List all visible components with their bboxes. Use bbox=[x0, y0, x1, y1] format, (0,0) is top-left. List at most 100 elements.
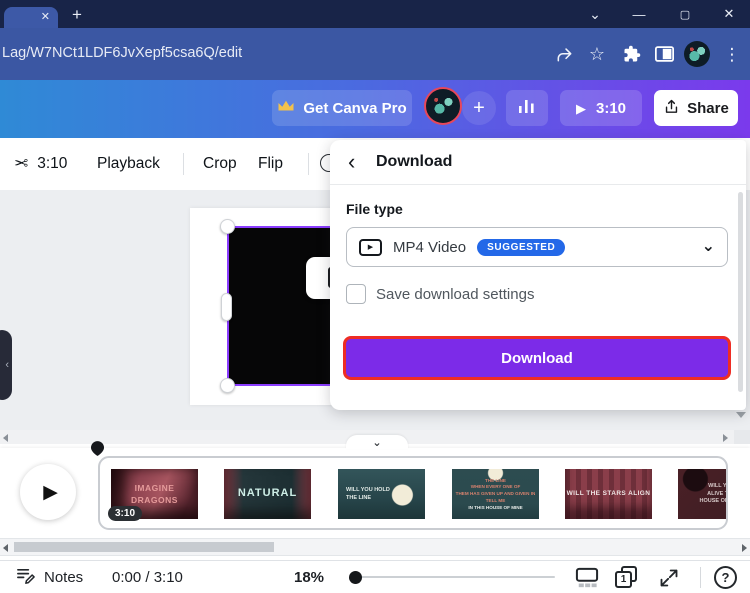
thumb-text: ALIVE THE bbox=[707, 490, 728, 497]
share-button[interactable]: Share bbox=[654, 90, 738, 126]
thumb-text: DRAGONS bbox=[131, 494, 178, 505]
thumb-text: WILL YOU HOLD bbox=[346, 486, 390, 493]
upload-share-icon bbox=[663, 98, 680, 119]
canva-editor-window: ✕ + ⌄ — ▢ ✕ Lag/W7NCt1LDF6JvXepf5csa6Q/e… bbox=[0, 0, 750, 593]
close-window-button[interactable]: ✕ bbox=[714, 0, 744, 28]
thumb-text: IMAGINE bbox=[134, 482, 175, 493]
browser-tab[interactable]: ✕ bbox=[4, 7, 58, 28]
get-canva-pro-button[interactable]: Get Canva Pro bbox=[272, 90, 412, 126]
dialog-scrollbar[interactable] bbox=[738, 192, 743, 392]
timeline-thumbnail[interactable]: THE LINE WHEN EVERY ONE OF THEM HAS GIVE… bbox=[452, 469, 539, 519]
clip-duration-badge: 3:10 bbox=[108, 506, 143, 521]
video-file-icon: ▶ bbox=[359, 238, 382, 256]
play-icon: ▶ bbox=[43, 481, 58, 503]
timeline-scrollbar-track[interactable] bbox=[0, 538, 750, 556]
maximize-button[interactable]: ▢ bbox=[670, 0, 700, 28]
save-settings-row[interactable]: Save download settings bbox=[346, 284, 534, 304]
flip-button[interactable]: Flip bbox=[258, 138, 283, 190]
address-bar[interactable]: Lag/W7NCt1LDF6JvXepf5csa6Q/edit bbox=[2, 45, 242, 61]
playback-time: 0:00 / 3:10 bbox=[112, 568, 183, 586]
collapse-down-icon: ⌄ bbox=[372, 437, 382, 450]
resize-handle-bottom-left[interactable] bbox=[220, 378, 235, 393]
download-button[interactable]: Download bbox=[346, 339, 728, 377]
save-settings-checkbox[interactable] bbox=[346, 284, 366, 304]
file-type-label: File type bbox=[346, 201, 403, 217]
playback-button[interactable]: Playback bbox=[97, 138, 160, 190]
video-duration: 3:10 bbox=[595, 99, 627, 117]
thumb-text: NATURAL bbox=[237, 487, 298, 500]
timeline-scrollbar-thumb[interactable] bbox=[14, 542, 274, 552]
download-dialog: ‹ Download File type ▶ MP4 Video SUGGEST… bbox=[330, 140, 746, 410]
browser-toolbar: Lag/W7NCt1LDF6JvXepf5csa6Q/edit ☆ ⋮ bbox=[0, 28, 750, 80]
timeline-scroll-left-arrow[interactable] bbox=[3, 544, 8, 552]
share-page-icon[interactable] bbox=[552, 42, 576, 66]
scissors-icon: ✂ bbox=[14, 154, 29, 173]
scroll-left-arrow[interactable] bbox=[3, 434, 8, 442]
fullscreen-button[interactable] bbox=[656, 565, 682, 591]
thumb-text: HOUSE OF MINE bbox=[699, 498, 728, 505]
thumb-text: WILL THE STARS ALIGN bbox=[566, 489, 651, 497]
timeline-thumbnail[interactable]: WILL THE STARS ALIGN bbox=[565, 469, 652, 519]
scrollbar-corner bbox=[734, 430, 750, 444]
timeline-thumbnail[interactable]: WILL YOU HOLD THE LINE bbox=[338, 469, 425, 519]
bookmark-star-icon[interactable]: ☆ bbox=[585, 42, 609, 66]
grid-view-button[interactable] bbox=[574, 565, 600, 591]
thumb-text: IN THIS HOUSE OF MINE bbox=[468, 504, 523, 510]
insights-chart-button[interactable] bbox=[506, 90, 548, 126]
profile-avatar[interactable] bbox=[684, 41, 710, 67]
timeline-clip-strip[interactable]: IMAGINE DRAGONS NATURAL WILL YOU HOLD TH… bbox=[98, 456, 728, 530]
window-menu-icon[interactable]: ⌄ bbox=[580, 0, 610, 28]
browser-titlebar: ✕ + ⌄ — ▢ ✕ bbox=[0, 0, 750, 28]
crown-icon bbox=[277, 99, 295, 117]
resize-handle-top-left[interactable] bbox=[220, 219, 235, 234]
extensions-puzzle-icon[interactable] bbox=[620, 42, 644, 66]
new-tab-button[interactable]: + bbox=[66, 5, 88, 25]
file-type-select[interactable]: ▶ MP4 Video SUGGESTED ⌄ bbox=[346, 227, 728, 267]
back-chevron-icon[interactable]: ‹ bbox=[348, 151, 370, 173]
thumb-text: WILL YOU bbox=[708, 482, 727, 489]
preview-play-button[interactable]: ▶ 3:10 bbox=[560, 90, 642, 126]
zoom-level: 18% bbox=[294, 568, 325, 586]
play-icon: ▶ bbox=[367, 244, 374, 251]
account-avatar[interactable] bbox=[424, 87, 462, 125]
notes-icon bbox=[16, 566, 35, 589]
add-member-button[interactable]: + bbox=[462, 91, 496, 125]
get-canva-pro-label: Get Canva Pro bbox=[303, 99, 407, 117]
bar-chart-icon bbox=[518, 97, 536, 119]
resize-handle-left[interactable] bbox=[221, 293, 232, 321]
chevron-down-icon: ⌄ bbox=[701, 238, 715, 256]
timeline-collapse-notch[interactable]: ⌄ bbox=[346, 435, 408, 449]
help-button[interactable]: ? bbox=[714, 566, 737, 589]
toolbar-divider bbox=[183, 153, 184, 175]
zoom-slider[interactable] bbox=[349, 571, 555, 584]
trim-button[interactable]: ✂ 3:10 bbox=[14, 138, 67, 190]
toolbar-divider bbox=[308, 153, 309, 175]
pages-icon: 1 bbox=[615, 566, 639, 590]
side-panel-icon[interactable] bbox=[652, 42, 676, 66]
save-settings-label: Save download settings bbox=[376, 285, 535, 303]
trim-duration: 3:10 bbox=[37, 155, 68, 172]
scroll-right-arrow[interactable] bbox=[723, 434, 728, 442]
thumb-text: TELL ME bbox=[485, 497, 506, 503]
timeline-thumbnail[interactable]: WILL YOU ALIVE THE HOUSE OF MINE bbox=[678, 469, 728, 519]
pages-button[interactable]: 1 bbox=[614, 565, 640, 591]
timeline-thumbnail[interactable]: NATURAL bbox=[224, 469, 311, 519]
canva-header: Get Canva Pro + ▶ 3:10 Share bbox=[0, 80, 750, 138]
statusbar-divider bbox=[700, 567, 701, 588]
notes-button[interactable]: Notes bbox=[16, 561, 83, 593]
tab-close-icon[interactable]: ✕ bbox=[41, 12, 50, 23]
zoom-slider-handle[interactable] bbox=[349, 571, 362, 584]
timeline-panel: ⌄ ▶ IMAGINE DRAGONS NATURAL WILL YOU HOL… bbox=[0, 435, 750, 560]
status-bar: Notes 0:00 / 3:10 18% 1 ? bbox=[0, 560, 750, 593]
crop-button[interactable]: Crop bbox=[203, 138, 237, 190]
dialog-header: ‹ Download bbox=[330, 140, 746, 185]
timeline-play-button[interactable]: ▶ bbox=[20, 464, 76, 520]
sidebar-collapse-tab[interactable]: ‹ bbox=[0, 330, 12, 400]
collapse-chevron-icon: ‹ bbox=[5, 359, 9, 371]
minimize-button[interactable]: — bbox=[624, 0, 654, 28]
vertical-scrollbar-down-arrow[interactable] bbox=[736, 412, 746, 418]
timeline-scroll-right-arrow[interactable] bbox=[742, 544, 747, 552]
thumb-text: THE LINE bbox=[346, 494, 372, 501]
browser-menu-icon[interactable]: ⋮ bbox=[720, 42, 744, 66]
suggested-badge: SUGGESTED bbox=[477, 238, 566, 256]
